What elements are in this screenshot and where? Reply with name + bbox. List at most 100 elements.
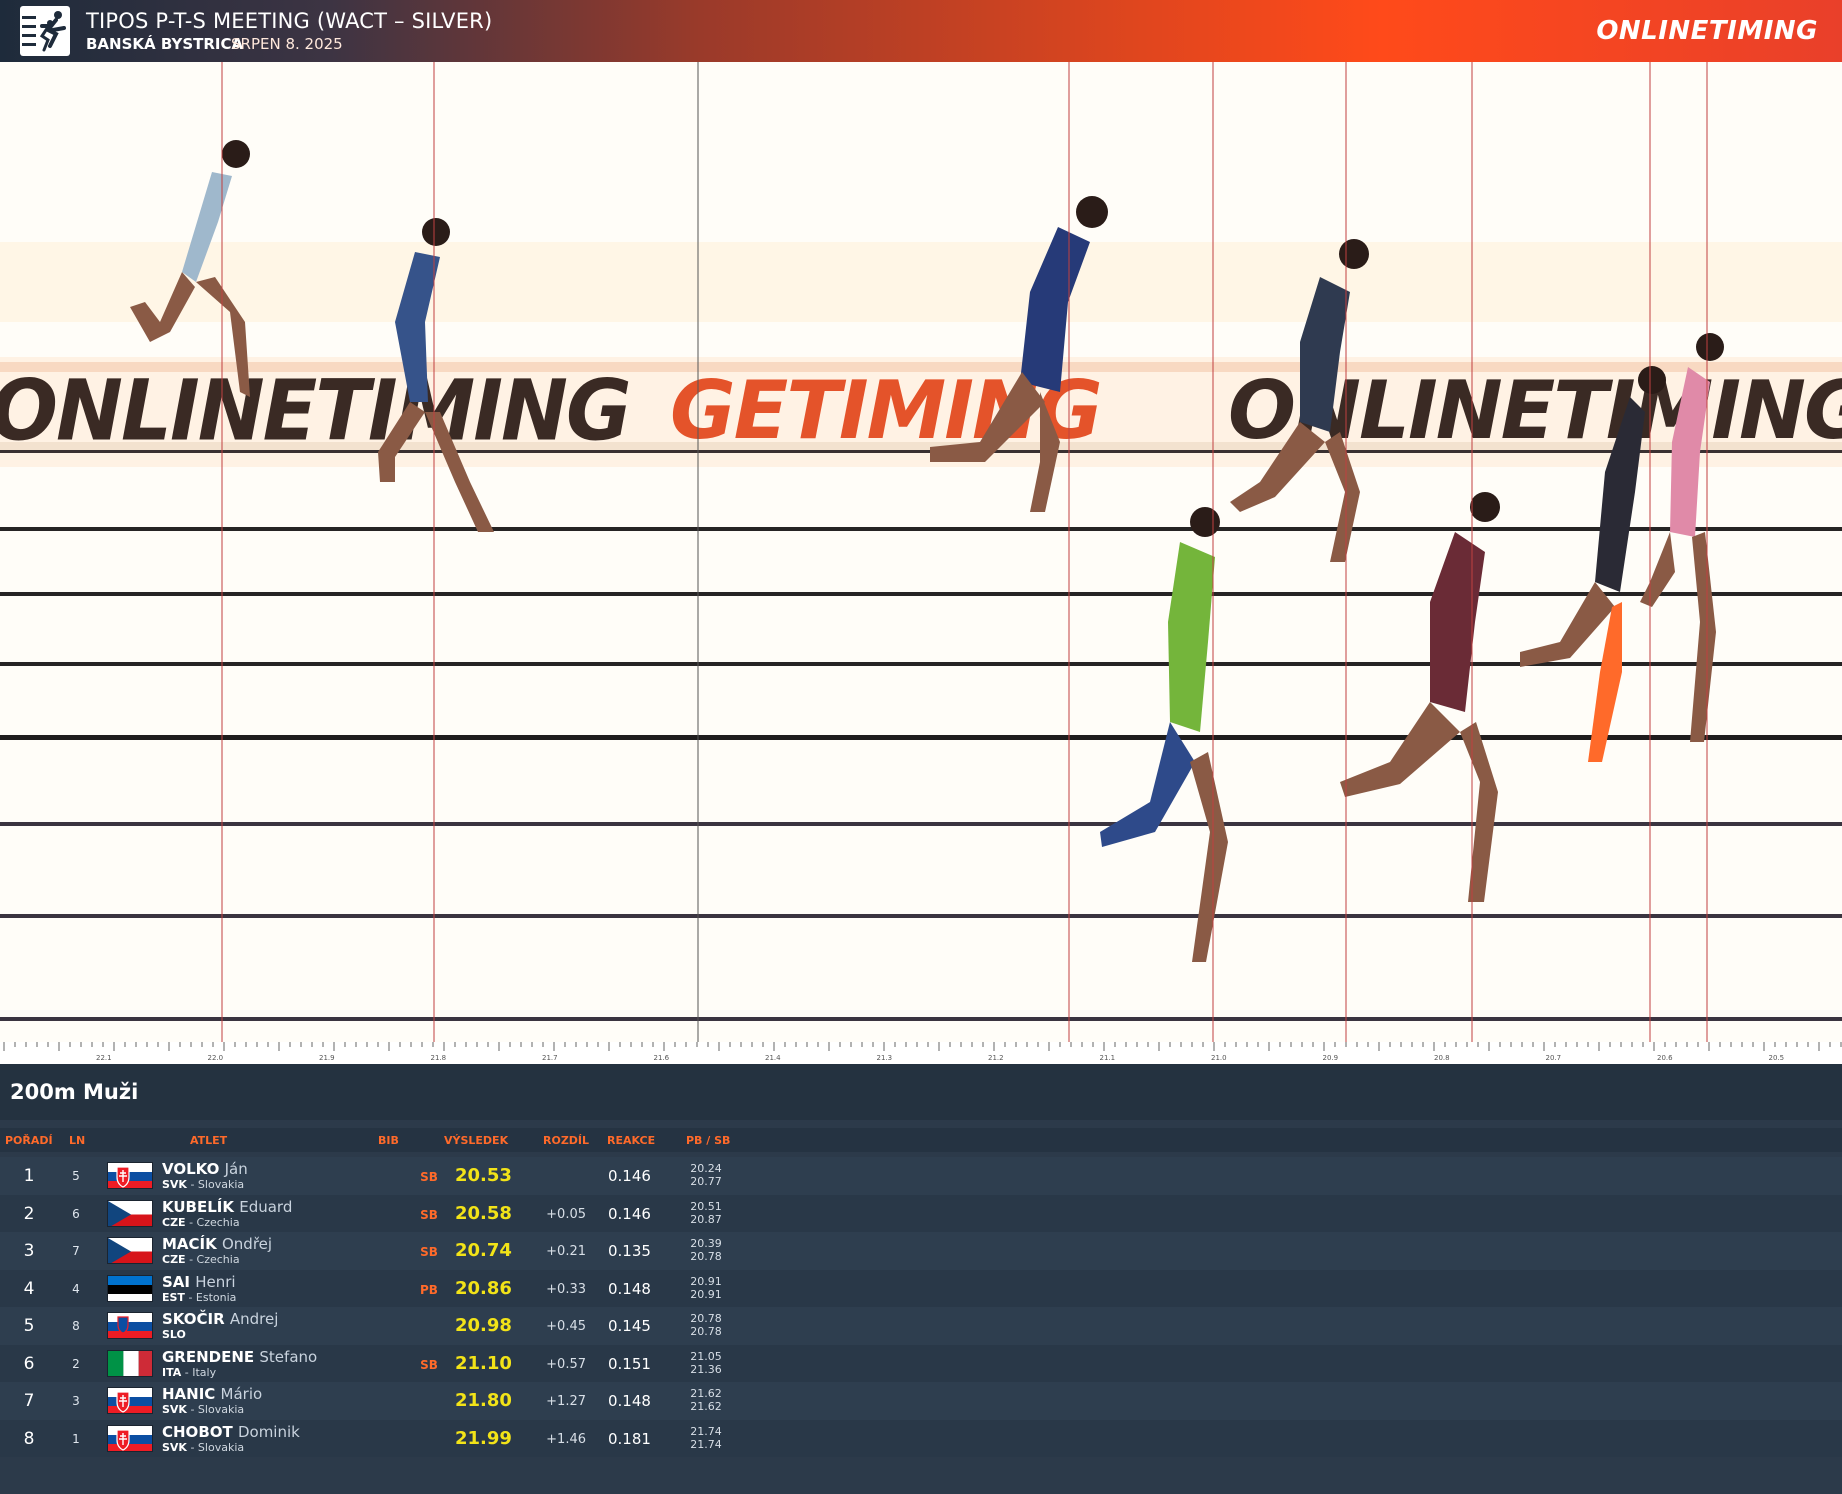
ruler-tick-label: 21.2: [988, 1054, 1004, 1062]
table-row[interactable]: 4 4 SAI Henri EST - Estonia PB 20.86 +0.33 0.14…: [0, 1269, 1842, 1307]
athlete-surname: VOLKO: [162, 1160, 220, 1178]
col-pbsb[interactable]: PB / SB: [686, 1134, 730, 1147]
table-row[interactable]: 1 5 VOLKO Ján SVK - Slovakia SB 20.53 0.146 20.…: [0, 1157, 1842, 1195]
table-row[interactable]: 8 1 CHOBOT Dominik SVK - Slovakia 21.99 +1.46…: [0, 1419, 1842, 1457]
result-lane: 1: [72, 1431, 80, 1446]
result-lane: 6: [72, 1206, 80, 1221]
result-diff: +0.45: [546, 1319, 586, 1334]
result-time: 20.53: [455, 1165, 512, 1186]
result-time: 21.99: [455, 1427, 512, 1449]
pb-sb: 20.51 20.87: [684, 1200, 728, 1226]
table-row[interactable]: 7 3 HANIC Mário SVK - Slovakia 21.80 +1.27 0.1…: [0, 1382, 1842, 1420]
result-lane: 5: [72, 1169, 80, 1183]
col-diff[interactable]: ROZDÍL: [543, 1134, 589, 1147]
athlete-name[interactable]: SAI Henri: [162, 1273, 236, 1291]
result-time: 21.10: [455, 1352, 512, 1374]
record-badge: SB: [420, 1245, 438, 1259]
result-place: 4: [23, 1278, 35, 1299]
season-best: 20.91: [690, 1287, 722, 1301]
athlete-firstname: Eduard: [239, 1197, 293, 1216]
pb-sb: 20.78 20.78: [684, 1312, 728, 1338]
col-result[interactable]: VÝSLEDEK: [444, 1134, 508, 1147]
season-best: 21.74: [690, 1437, 722, 1451]
record-badge: SB: [420, 1170, 438, 1184]
result-lane: 7: [72, 1244, 80, 1258]
country-flag-icon: [107, 1349, 153, 1377]
reaction-time: 0.145: [608, 1317, 651, 1335]
runner-figure: [130, 140, 1724, 962]
country-code: CZE: [162, 1253, 186, 1266]
result-lane: 2: [72, 1356, 80, 1371]
athlete-name[interactable]: VOLKO Ján: [162, 1160, 248, 1178]
record-badge: SB: [420, 1357, 438, 1372]
ruler-tick-label: 21.9: [319, 1054, 335, 1062]
athlete-name[interactable]: SKOČIR Andrej: [162, 1310, 278, 1328]
country-flag-icon: [107, 1312, 153, 1339]
athlete-surname: HANIC: [162, 1385, 216, 1403]
athlete-nationality: CZE - Czechia: [162, 1253, 240, 1266]
personal-best: 20.91: [690, 1274, 722, 1288]
col-athlete[interactable]: ATLET: [190, 1134, 227, 1147]
reaction-time: 0.148: [608, 1279, 651, 1298]
ruler-tick-label: 21.3: [877, 1054, 893, 1062]
table-row[interactable]: 5 8 SKOČIR Andrej SLO 20.98 +0.45 0.145 20.78 20…: [0, 1307, 1842, 1345]
col-lane[interactable]: LN: [69, 1134, 85, 1147]
ruler-tick-label: 22.0: [208, 1054, 224, 1062]
personal-best: 21.05: [690, 1349, 722, 1363]
running-athletes-icon: [20, 6, 70, 56]
athlete-firstname: Andrej: [229, 1310, 279, 1328]
col-place[interactable]: POŘADÍ: [5, 1134, 53, 1147]
col-reaction[interactable]: REAKCE: [607, 1134, 655, 1147]
ruler-tick-label: 21.1: [1100, 1054, 1116, 1062]
country-code: CZE: [162, 1215, 186, 1229]
ruler-tick-label: 20.6: [1657, 1054, 1673, 1062]
results-column-headers: POŘADÍ LN ATLET BIB VÝSLEDEK ROZDÍL REAK…: [0, 1128, 1842, 1152]
season-best: 21.36: [690, 1362, 722, 1376]
country-name: - Czechia: [185, 1253, 240, 1266]
header-bar: TIPOS P-T-S MEETING (WACT – SILVER) BANS…: [0, 0, 1842, 62]
ruler-tick-label: 22.1: [96, 1054, 112, 1062]
pb-sb: 20.39 20.78: [684, 1237, 728, 1263]
athlete-firstname: Mário: [220, 1385, 263, 1403]
athlete-nationality: ITA - Italy: [162, 1366, 216, 1379]
ruler-tick-label: 21.4: [765, 1054, 781, 1062]
reaction-time: 0.146: [608, 1167, 651, 1185]
photo-finish-image[interactable]: ONLINETIMING GETIMING ONLINETIMING: [0, 62, 1842, 1042]
pb-sb: 20.91 20.91: [684, 1275, 728, 1301]
time-scale-ruler: 22.1 22.0 21.9 21.8 21.7 21.6 21.4 21.3 21.2 21.1…: [0, 1042, 1842, 1064]
ruler-tick-label: 21.6: [654, 1054, 670, 1062]
athlete-name[interactable]: GRENDENE Stefano: [162, 1348, 317, 1366]
table-row[interactable]: 2 6 KUBELÍK Eduard CZE - Czechia SB 20.58 +0.0…: [0, 1194, 1842, 1232]
athlete-name[interactable]: HANIC Mário: [162, 1385, 262, 1403]
record-badge: PB: [420, 1282, 438, 1297]
table-row[interactable]: 6 2 GRENDENE Stefano ITA - Italy SB 21.10 +0.5…: [0, 1344, 1842, 1382]
country-code: SVK: [162, 1178, 187, 1191]
meeting-date: SRPEN 8. 2025: [231, 35, 343, 53]
col-bib[interactable]: BIB: [378, 1134, 399, 1147]
record-badge: SB: [420, 1207, 438, 1222]
result-lane: 8: [72, 1319, 80, 1333]
personal-best: 20.24: [690, 1162, 722, 1175]
athlete-name[interactable]: KUBELÍK Eduard: [162, 1198, 292, 1216]
meeting-city: BANSKÁ BYSTRICA: [86, 35, 244, 53]
reaction-time: 0.151: [608, 1354, 651, 1373]
table-row[interactable]: 3 7 MACÍK Ondřej CZE - Czechia SB 20.74 +0.21 0…: [0, 1232, 1842, 1270]
ruler-tick-label: 21.8: [431, 1054, 447, 1062]
athlete-name[interactable]: CHOBOT Dominik: [162, 1423, 300, 1441]
athlete-nationality: EST - Estonia: [162, 1291, 236, 1304]
season-best: 20.87: [690, 1212, 722, 1226]
athlete-nationality: SLO: [162, 1328, 186, 1341]
ruler-tick-label: 20.7: [1546, 1054, 1562, 1062]
result-place: 3: [23, 1241, 35, 1261]
country-code: SVK: [162, 1403, 187, 1416]
onlinetiming-logo[interactable]: ONLINETIMING: [1596, 16, 1818, 46]
athlete-surname: GRENDENE: [162, 1347, 255, 1366]
athlete-name[interactable]: MACÍK Ondřej: [162, 1235, 272, 1253]
pb-sb: 20.24 20.77: [684, 1162, 728, 1188]
country-name: - Slovakia: [186, 1440, 245, 1454]
athlete-surname: KUBELÍK: [162, 1197, 234, 1216]
result-place: 5: [23, 1316, 35, 1336]
results-panel: 200m Muži POŘADÍ LN ATLET BIB VÝSLEDEK R…: [0, 1064, 1842, 1494]
result-diff: +0.05: [546, 1206, 586, 1222]
season-best: 20.78: [690, 1250, 722, 1263]
